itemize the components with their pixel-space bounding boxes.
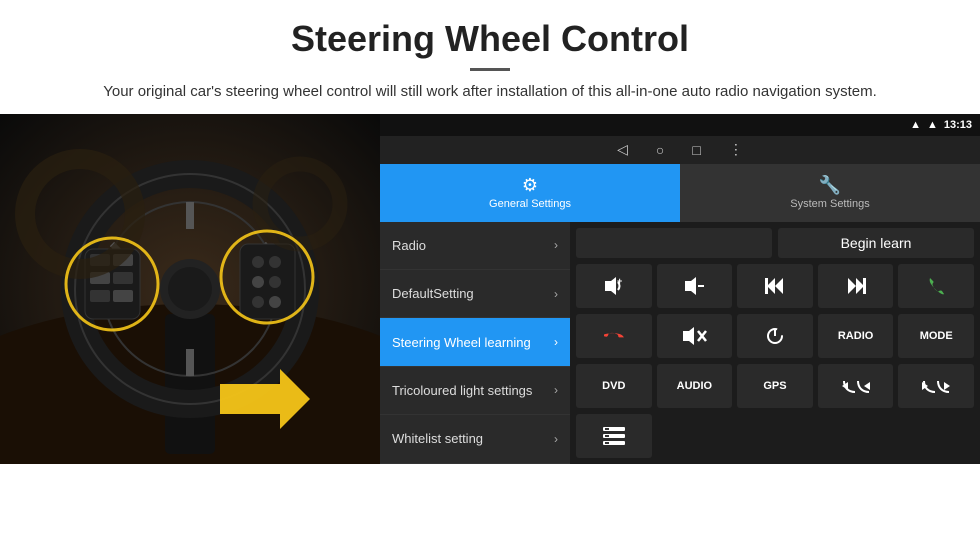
- wifi-icon: ▲: [927, 119, 938, 131]
- clock: 13:13: [944, 119, 972, 131]
- nav-bar: ◁ ○ □ ⋮: [380, 136, 980, 164]
- begin-learn-row: Begin learn: [576, 228, 974, 258]
- menu-radio-label: Radio: [392, 238, 426, 253]
- chevron-icon: ›: [554, 335, 558, 349]
- top-section: Steering Wheel Control Your original car…: [0, 0, 980, 114]
- android-ui: ▲ ▲ 13:13 ◁ ○ □ ⋮ ⚙ General Settings 🔧 S…: [380, 114, 980, 464]
- menu-default-label: DefaultSetting: [392, 286, 474, 301]
- tel-prev-icon: [842, 378, 870, 394]
- chevron-icon: ›: [554, 287, 558, 301]
- menu-whitelist-label: Whitelist setting: [392, 431, 483, 446]
- vol-up-icon: +: [603, 277, 625, 295]
- right-panel: Begin learn +: [570, 222, 980, 464]
- control-row-1: +: [576, 264, 974, 308]
- tel-next-icon: [922, 378, 950, 394]
- phone-icon: [926, 276, 946, 296]
- control-row-2: RADIO MODE: [576, 314, 974, 358]
- menu-nav-icon[interactable]: ⋮: [729, 141, 743, 158]
- hang-up-button[interactable]: [576, 314, 652, 358]
- recents-nav-icon[interactable]: □: [692, 142, 700, 158]
- mute-icon: [681, 327, 707, 345]
- chevron-icon: ›: [554, 383, 558, 397]
- tab-general-label: General Settings: [489, 198, 571, 210]
- hang-up-icon: [604, 326, 624, 346]
- chevron-icon: ›: [554, 238, 558, 252]
- car-svg: [0, 114, 380, 464]
- power-icon: [765, 326, 785, 346]
- tab-system-settings[interactable]: 🔧 System Settings: [680, 164, 980, 222]
- empty-slot: [576, 228, 772, 258]
- signal-icon: ▲: [910, 119, 921, 131]
- main-area: Radio › DefaultSetting › Steering Wheel …: [380, 222, 980, 464]
- tel-next-button[interactable]: [898, 364, 974, 408]
- dvd-button[interactable]: DVD: [576, 364, 652, 408]
- menu-item-radio[interactable]: Radio ›: [380, 222, 570, 270]
- car-image: [0, 114, 380, 464]
- vol-up-button[interactable]: +: [576, 264, 652, 308]
- mute-button[interactable]: [657, 314, 733, 358]
- phone-button[interactable]: [898, 264, 974, 308]
- tab-system-label: System Settings: [790, 198, 869, 210]
- radio-button[interactable]: RADIO: [818, 314, 894, 358]
- next-track-icon: [846, 278, 866, 294]
- system-settings-icon: 🔧: [819, 175, 841, 196]
- page-title: Steering Wheel Control: [60, 18, 920, 60]
- menu-item-whitelist[interactable]: Whitelist setting ›: [380, 415, 570, 463]
- control-row-3: DVD AUDIO GPS: [576, 364, 974, 408]
- page-subtitle: Your original car's steering wheel contr…: [60, 81, 920, 104]
- power-button[interactable]: [737, 314, 813, 358]
- prev-track-button[interactable]: [737, 264, 813, 308]
- tel-prev-button[interactable]: [818, 364, 894, 408]
- menu-item-tricoloured[interactable]: Tricoloured light settings ›: [380, 367, 570, 415]
- status-bar: ▲ ▲ 13:13: [380, 114, 980, 136]
- menu-tricoloured-label: Tricoloured light settings: [392, 383, 532, 398]
- chevron-icon: ›: [554, 432, 558, 446]
- vol-down-icon: [683, 277, 705, 295]
- home-nav-icon[interactable]: ○: [656, 142, 664, 158]
- title-divider: [470, 68, 510, 71]
- svg-text:+: +: [617, 277, 622, 286]
- gps-button[interactable]: GPS: [737, 364, 813, 408]
- menu-item-default[interactable]: DefaultSetting ›: [380, 270, 570, 318]
- tab-bar: ⚙ General Settings 🔧 System Settings: [380, 164, 980, 222]
- menu-steering-label: Steering Wheel learning: [392, 335, 531, 350]
- mode-button[interactable]: MODE: [898, 314, 974, 358]
- list-icon: [603, 427, 625, 445]
- general-settings-icon: ⚙: [522, 175, 538, 196]
- audio-button[interactable]: AUDIO: [657, 364, 733, 408]
- vol-down-button[interactable]: [657, 264, 733, 308]
- menu-item-steering[interactable]: Steering Wheel learning ›: [380, 318, 570, 366]
- content-row: ▲ ▲ 13:13 ◁ ○ □ ⋮ ⚙ General Settings 🔧 S…: [0, 114, 980, 464]
- left-menu: Radio › DefaultSetting › Steering Wheel …: [380, 222, 570, 464]
- back-nav-icon[interactable]: ◁: [617, 141, 628, 158]
- tab-general-settings[interactable]: ⚙ General Settings: [380, 164, 680, 222]
- next-track-button[interactable]: [818, 264, 894, 308]
- prev-track-icon: [765, 278, 785, 294]
- control-row-4: [576, 414, 974, 458]
- begin-learn-button[interactable]: Begin learn: [778, 228, 974, 258]
- list-button[interactable]: [576, 414, 652, 458]
